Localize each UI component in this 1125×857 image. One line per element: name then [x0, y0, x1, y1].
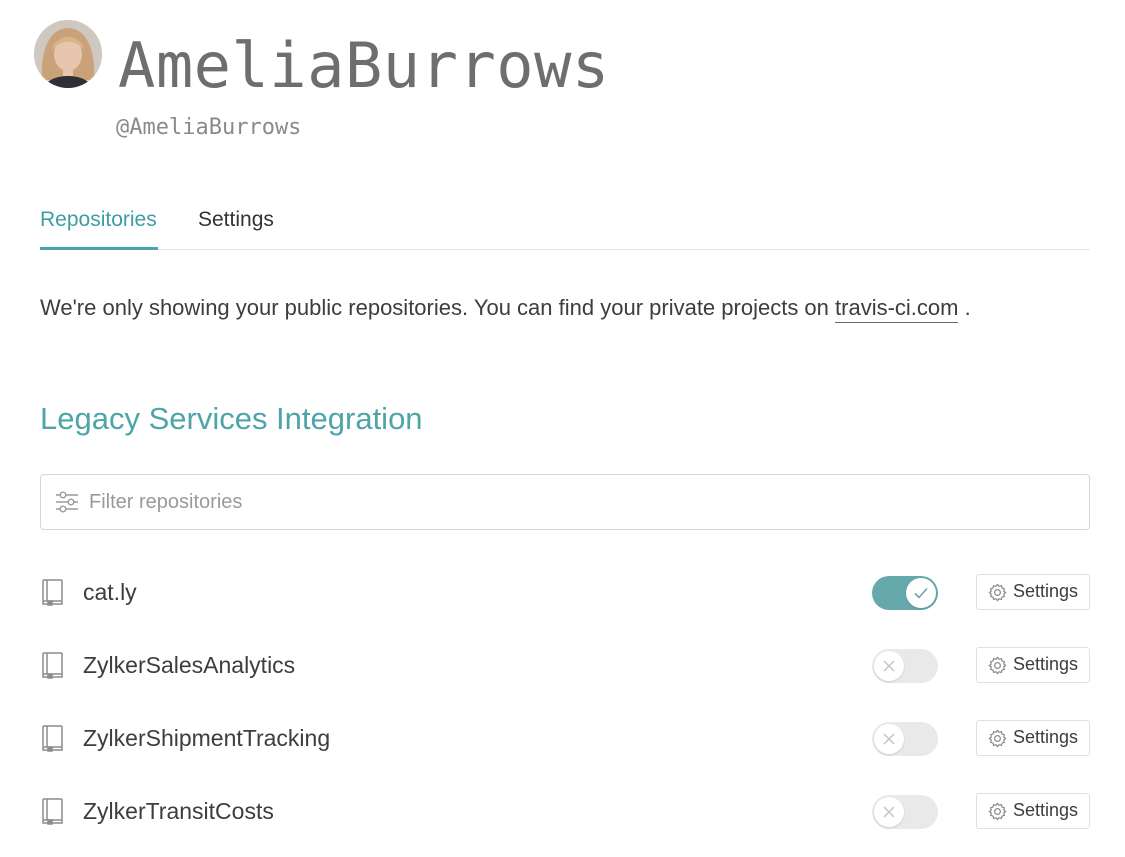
toggle-knob: [874, 797, 904, 827]
section-title: Legacy Services Integration: [40, 401, 423, 436]
notice-trailing-text: .: [958, 295, 971, 320]
profile-display-name: AmeliaBurrows: [118, 29, 610, 102]
close-icon: [883, 660, 895, 672]
settings-button-label: Settings: [1013, 654, 1079, 674]
gear-icon: [988, 583, 1007, 602]
gear-icon: [988, 656, 1007, 675]
repo-book-icon: [42, 652, 63, 679]
check-icon: [914, 587, 928, 599]
toggle-knob: [906, 578, 936, 608]
repo-book-icon: [42, 579, 63, 606]
sliders-icon: [56, 491, 78, 513]
repo-settings-button[interactable]: Settings: [976, 574, 1090, 610]
tab-bar: Repositories Settings: [40, 200, 1090, 250]
repo-row: ZylkerTransitCosts Settings: [40, 791, 1090, 831]
repo-activation-toggle[interactable]: [872, 576, 938, 610]
repo-settings-button[interactable]: Settings: [976, 720, 1090, 756]
repo-name[interactable]: ZylkerShipmentTracking: [83, 718, 330, 758]
tab-repositories[interactable]: Repositories: [40, 200, 158, 250]
repo-row: ZylkerShipmentTracking Settings: [40, 718, 1090, 758]
repo-book-icon: [42, 725, 63, 752]
close-icon: [883, 806, 895, 818]
toggle-knob: [874, 724, 904, 754]
filter-repositories-input[interactable]: [89, 483, 1069, 521]
avatar: [34, 20, 102, 88]
public-repos-notice: We're only showing your public repositor…: [40, 290, 971, 326]
settings-button-label: Settings: [1013, 727, 1079, 747]
repo-activation-toggle[interactable]: [872, 722, 938, 756]
profile-handle: @AmeliaBurrows: [116, 115, 302, 140]
repo-activation-toggle[interactable]: [872, 795, 938, 829]
toggle-knob: [874, 651, 904, 681]
filter-box[interactable]: [40, 474, 1090, 530]
repo-settings-button[interactable]: Settings: [976, 647, 1090, 683]
repo-settings-button[interactable]: Settings: [976, 793, 1090, 829]
settings-button-label: Settings: [1013, 800, 1079, 820]
tab-settings[interactable]: Settings: [198, 200, 274, 250]
notice-text: We're only showing your public repositor…: [40, 295, 836, 320]
travis-ci-link[interactable]: travis-ci.com: [835, 295, 959, 323]
settings-button-label: Settings: [1013, 581, 1079, 601]
repo-name[interactable]: ZylkerTransitCosts: [83, 791, 274, 831]
repo-name[interactable]: ZylkerSalesAnalytics: [83, 645, 295, 685]
repo-row: cat.ly Settings: [40, 572, 1090, 612]
repo-book-icon: [42, 798, 63, 825]
repo-name[interactable]: cat.ly: [83, 572, 137, 612]
gear-icon: [988, 729, 1007, 748]
repo-row: ZylkerSalesAnalytics Settings: [40, 645, 1090, 685]
close-icon: [883, 733, 895, 745]
repo-activation-toggle[interactable]: [872, 649, 938, 683]
gear-icon: [988, 802, 1007, 821]
